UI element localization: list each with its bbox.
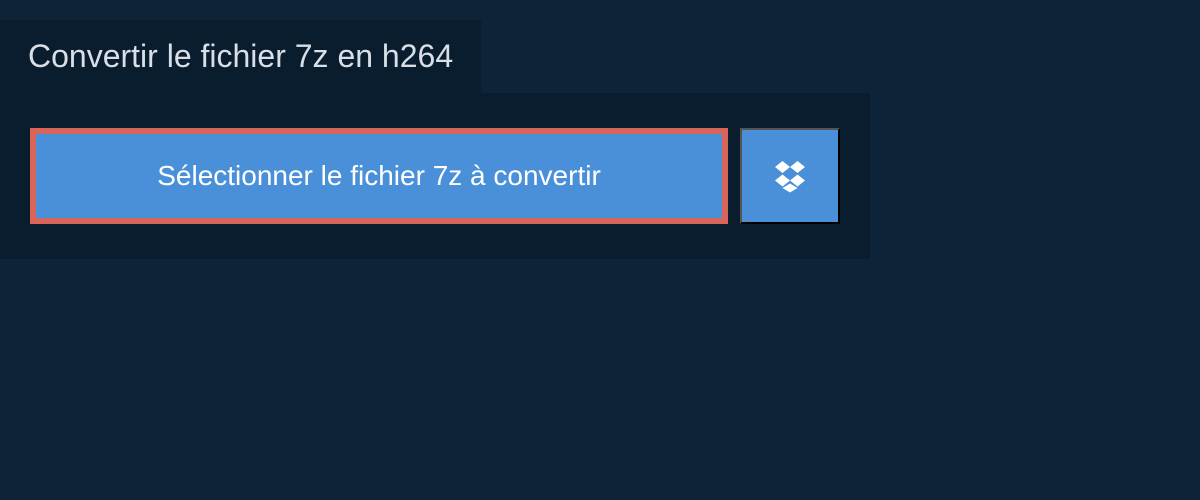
select-file-label: Sélectionner le fichier 7z à convertir [157,160,601,192]
select-file-button[interactable]: Sélectionner le fichier 7z à convertir [30,128,728,224]
dropbox-button[interactable] [740,128,840,224]
content-panel: Sélectionner le fichier 7z à convertir [0,93,870,259]
page-title: Convertir le fichier 7z en h264 [28,38,453,75]
button-row: Sélectionner le fichier 7z à convertir [30,128,840,224]
header-tab: Convertir le fichier 7z en h264 [0,20,481,93]
dropbox-icon [772,158,808,194]
